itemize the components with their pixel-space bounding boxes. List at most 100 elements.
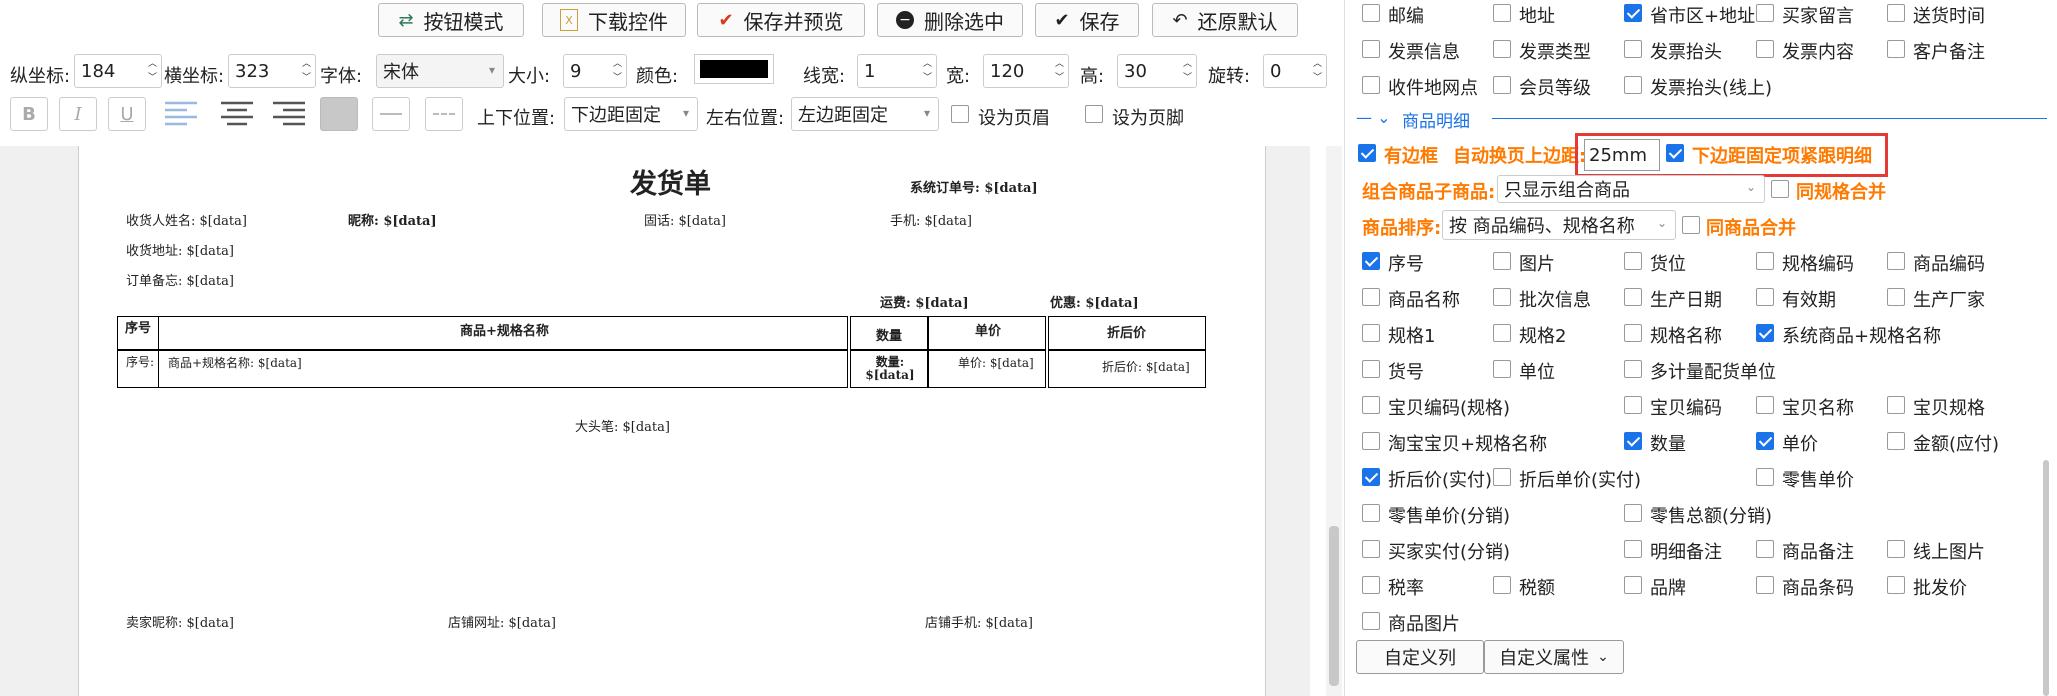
- option-checkbox[interactable]: [1362, 4, 1380, 22]
- align-right-icon[interactable]: [271, 99, 307, 129]
- doc-order-no[interactable]: 系统订单号: $[data]: [910, 177, 1038, 196]
- field-checkbox[interactable]: [1887, 288, 1905, 306]
- option-checkbox[interactable]: [1624, 40, 1642, 58]
- field-checkbox[interactable]: [1887, 396, 1905, 414]
- scrollbar[interactable]: [1326, 146, 1342, 696]
- stepper-arrows-icon[interactable]: ︿ ﹀: [613, 57, 622, 85]
- option-checkbox[interactable]: [1624, 76, 1642, 94]
- field-checkbox[interactable]: [1362, 288, 1380, 306]
- y-coordinate-input[interactable]: 184 ︿ ﹀: [74, 54, 162, 88]
- field-checkbox[interactable]: [1362, 360, 1380, 378]
- field-checkbox[interactable]: [1624, 576, 1642, 594]
- field-checkbox[interactable]: [1362, 612, 1380, 630]
- doc-freight[interactable]: 运费: $[data]: [880, 292, 969, 311]
- set-header-checkbox[interactable]: [951, 105, 969, 123]
- field-checkbox[interactable]: [1362, 504, 1380, 522]
- field-checkbox[interactable]: [1362, 396, 1380, 414]
- field-checkbox[interactable]: [1756, 288, 1774, 306]
- option-checkbox[interactable]: [1493, 4, 1511, 22]
- field-checkbox[interactable]: [1362, 252, 1380, 270]
- auto-margin-input[interactable]: 25mm: [1584, 139, 1660, 171]
- stepper-arrows-icon[interactable]: ︿ ﹀: [302, 57, 311, 85]
- stepper-arrows-icon[interactable]: ︿ ﹀: [148, 57, 157, 85]
- field-checkbox[interactable]: [1624, 288, 1642, 306]
- field-checkbox[interactable]: [1493, 288, 1511, 306]
- line-style-dashed-button[interactable]: [425, 97, 463, 131]
- field-checkbox[interactable]: [1362, 324, 1380, 342]
- width-input[interactable]: 120 ︿ ﹀: [983, 54, 1069, 88]
- field-checkbox[interactable]: [1756, 396, 1774, 414]
- option-checkbox[interactable]: [1887, 40, 1905, 58]
- field-checkbox[interactable]: [1887, 432, 1905, 450]
- option-checkbox[interactable]: [1756, 4, 1774, 22]
- field-checkbox[interactable]: [1624, 324, 1642, 342]
- doc-nickname[interactable]: 昵称: $[data]: [348, 210, 437, 229]
- doc-shop-url[interactable]: 店铺网址: $[data]: [448, 612, 556, 631]
- option-checkbox[interactable]: [1887, 4, 1905, 22]
- save-preview-button[interactable]: ✔ 保存并预览: [697, 3, 865, 37]
- field-checkbox[interactable]: [1624, 396, 1642, 414]
- doc-discount[interactable]: 优惠: $[data]: [1050, 292, 1139, 311]
- restore-default-button[interactable]: ↶ 还原默认: [1152, 3, 1298, 37]
- field-checkbox[interactable]: [1493, 360, 1511, 378]
- field-checkbox[interactable]: [1362, 468, 1380, 486]
- button-mode-button[interactable]: ⇄ 按钮模式: [378, 3, 524, 37]
- custom-attribute-button[interactable]: 自定义属性 ⌄: [1484, 640, 1624, 674]
- right-scrollbar-thumb[interactable]: [2043, 460, 2049, 696]
- field-checkbox[interactable]: [1362, 576, 1380, 594]
- field-checkbox[interactable]: [1493, 324, 1511, 342]
- rotate-input[interactable]: 0 ︿ ﹀: [1263, 54, 1327, 88]
- stepper-arrows-icon[interactable]: ︿ ﹀: [1183, 57, 1192, 85]
- field-checkbox[interactable]: [1624, 432, 1642, 450]
- doc-receiver[interactable]: 收货人姓名: $[data]: [126, 210, 247, 229]
- line-width-input[interactable]: 1 ︿ ﹀: [857, 54, 937, 88]
- field-checkbox[interactable]: [1756, 576, 1774, 594]
- field-checkbox[interactable]: [1624, 252, 1642, 270]
- line-style-solid-button[interactable]: [372, 97, 410, 131]
- height-input[interactable]: 30 ︿ ﹀: [1117, 54, 1197, 88]
- option-checkbox[interactable]: [1756, 40, 1774, 58]
- field-checkbox[interactable]: [1887, 576, 1905, 594]
- field-checkbox[interactable]: [1756, 432, 1774, 450]
- field-checkbox[interactable]: [1756, 252, 1774, 270]
- fill-button[interactable]: [320, 97, 358, 131]
- doc-mobile[interactable]: 手机: $[data]: [890, 210, 972, 229]
- same-product-merge-checkbox[interactable]: [1682, 216, 1700, 234]
- save-button[interactable]: ✔ 保存: [1035, 3, 1139, 37]
- underline-button[interactable]: U: [108, 97, 146, 131]
- collapse-icon[interactable]: — ⌄: [1356, 108, 1391, 127]
- sort-select[interactable]: 按 商品编码、规格名称 ⌄: [1442, 210, 1676, 240]
- doc-title[interactable]: 发货单: [630, 162, 711, 201]
- doc-seller-nick[interactable]: 卖家昵称: $[data]: [126, 612, 234, 631]
- field-checkbox[interactable]: [1493, 468, 1511, 486]
- option-checkbox[interactable]: [1362, 40, 1380, 58]
- align-center-icon[interactable]: [219, 99, 255, 129]
- field-checkbox[interactable]: [1493, 252, 1511, 270]
- horizontal-position-select[interactable]: 左边距固定 ▾: [791, 97, 939, 131]
- option-checkbox[interactable]: [1493, 40, 1511, 58]
- stepper-arrows-icon[interactable]: ︿ ﹀: [923, 57, 932, 85]
- stepper-arrows-icon[interactable]: ︿ ﹀: [1055, 57, 1064, 85]
- size-input[interactable]: 9 ︿ ﹀: [563, 54, 627, 88]
- field-checkbox[interactable]: [1756, 468, 1774, 486]
- field-checkbox[interactable]: [1887, 540, 1905, 558]
- same-spec-merge-checkbox[interactable]: [1771, 180, 1789, 198]
- vertical-position-select[interactable]: 下边距固定 ▾: [564, 97, 698, 131]
- scrollbar-thumb[interactable]: [1329, 526, 1339, 686]
- doc-address[interactable]: 收货地址: $[data]: [126, 240, 234, 259]
- delete-selected-button[interactable]: − 删除选中: [877, 3, 1023, 37]
- x-coordinate-input[interactable]: 323 ︿ ﹀: [228, 54, 316, 88]
- field-checkbox[interactable]: [1756, 540, 1774, 558]
- field-checkbox[interactable]: [1756, 324, 1774, 342]
- field-checkbox[interactable]: [1362, 540, 1380, 558]
- stepper-arrows-icon[interactable]: ︿ ﹀: [1313, 57, 1322, 85]
- doc-shop-mobile[interactable]: 店铺手机: $[data]: [925, 612, 1033, 631]
- option-checkbox[interactable]: [1624, 4, 1642, 22]
- font-select[interactable]: 宋体 ▾: [376, 54, 504, 88]
- field-checkbox[interactable]: [1624, 360, 1642, 378]
- italic-button[interactable]: I: [59, 97, 97, 131]
- custom-column-button[interactable]: 自定义列: [1356, 640, 1484, 674]
- align-left-icon[interactable]: [163, 99, 199, 129]
- field-checkbox[interactable]: [1624, 504, 1642, 522]
- doc-big-head[interactable]: 大头笔: $[data]: [575, 416, 670, 435]
